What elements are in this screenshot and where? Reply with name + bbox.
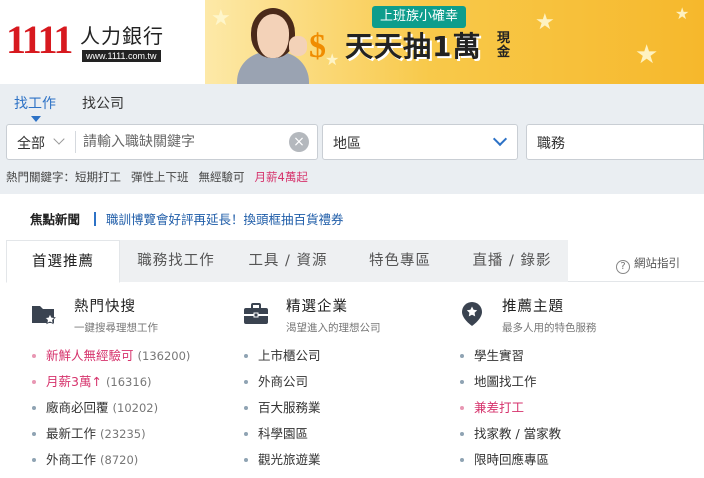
- column-title: 精選企業: [286, 299, 348, 315]
- tab-job-category[interactable]: 職務找工作: [120, 240, 232, 282]
- quick-search-list: 新鮮人無經驗可 (136200) 月薪3萬↑ (16316) 廠商必回覆 (10202…: [30, 348, 190, 478]
- hot-keyword-link[interactable]: 無經驗可: [199, 170, 245, 184]
- folder-star-icon: [32, 306, 56, 325]
- divider: [75, 131, 76, 153]
- keyword-input[interactable]: [83, 131, 283, 153]
- list-item[interactable]: 上市櫃公司: [242, 348, 321, 374]
- keyword-search-field: 全部 ×: [6, 124, 318, 160]
- tab-find-company[interactable]: 找公司: [82, 94, 124, 114]
- hot-keywords: 熱門關鍵字：短期打工 彈性上下班 無經驗可 月薪4萬起: [6, 170, 318, 184]
- column-subtitle: 一鍵搜尋理想工作: [74, 322, 158, 334]
- star-decoration-icon: ★: [675, 4, 690, 23]
- list-item[interactable]: 觀光旅遊業: [242, 452, 321, 478]
- logo-name: 人力銀行: [80, 24, 164, 48]
- question-icon: ?: [616, 260, 630, 274]
- list-item[interactable]: 外商工作 (8720): [30, 452, 190, 478]
- hot-keyword-link[interactable]: 彈性上下班: [131, 170, 189, 184]
- column-title: 推薦主題: [502, 299, 564, 315]
- hot-keyword-link[interactable]: 短期打工: [75, 170, 121, 184]
- search-type-select[interactable]: 全部: [17, 133, 45, 153]
- logo-number: 1111: [6, 17, 73, 62]
- promo-banner[interactable]: ★ ★ ★ ★ ★ $ 上班族小確幸 天天抽1萬 現金: [205, 0, 704, 84]
- column-subtitle: 最多人用的特色服務: [502, 322, 597, 334]
- list-item[interactable]: 學生實習: [458, 348, 561, 374]
- star-decoration-icon: ★: [325, 50, 340, 69]
- category-tabs: 首選推薦 職務找工作 工具 / 資源 特色專區 直播 / 錄影: [6, 240, 704, 283]
- banner-subtitle: 現金: [497, 31, 511, 60]
- tab-tools-resources[interactable]: 工具 / 資源: [232, 240, 344, 282]
- banner-person-illustration: [233, 4, 313, 84]
- featured-companies-list: 上市櫃公司 外商公司 百大服務業 科學園區 觀光旅遊業: [242, 348, 321, 478]
- hot-keywords-label: 熱門關鍵字：: [6, 170, 75, 184]
- site-logo[interactable]: 1111 人力銀行 www.1111.com.tw: [6, 18, 166, 68]
- map-pin-star-icon: [462, 302, 482, 326]
- list-item[interactable]: 兼差打工: [458, 400, 561, 426]
- briefcase-icon: [244, 303, 268, 324]
- header: 1111 人力銀行 www.1111.com.tw ★ ★ ★ ★ ★ $ 上班…: [0, 0, 704, 84]
- chevron-down-icon[interactable]: [53, 133, 65, 145]
- star-decoration-icon: ★: [211, 6, 231, 31]
- job-select-label: 職務: [537, 136, 565, 152]
- list-item[interactable]: 廠商必回覆 (10202): [30, 400, 190, 426]
- list-item[interactable]: 限時回應專區: [458, 452, 561, 478]
- focus-news: 焦點新聞 職訓博覽會好評再延長！換頭框抽百貨禮券: [30, 212, 344, 228]
- active-tab-caret-icon: [31, 116, 41, 122]
- area-select[interactable]: 地區: [322, 124, 518, 160]
- list-item[interactable]: 月薪3萬↑ (16316): [30, 374, 190, 400]
- site-guide-link[interactable]: ? 網站指引: [616, 256, 680, 274]
- logo-url: www.1111.com.tw: [82, 50, 161, 62]
- tab-recommended[interactable]: 首選推薦: [6, 240, 120, 283]
- divider: [94, 212, 97, 226]
- area-select-label: 地區: [333, 136, 361, 152]
- list-item[interactable]: 科學園區: [242, 426, 321, 452]
- focus-news-link[interactable]: 職訓博覽會好評再延長！換頭框抽百貨禮券: [106, 212, 344, 227]
- list-item[interactable]: 地圖找工作: [458, 374, 561, 400]
- search-panel: 找工作 找公司 全部 × 地區 職務 熱門關鍵字：短期打工彈性上下班無經驗可月薪…: [0, 84, 704, 194]
- banner-tag: 上班族小確幸: [372, 6, 467, 28]
- column-subtitle: 渴望進入的理想公司: [286, 322, 381, 334]
- tab-live-recordings[interactable]: 直播 / 錄影: [456, 240, 568, 282]
- list-item[interactable]: 外商公司: [242, 374, 321, 400]
- list-item[interactable]: 找家教 / 當家教: [458, 426, 561, 452]
- tab-featured-zones[interactable]: 特色專區: [344, 240, 456, 282]
- column-title: 熱門快搜: [74, 299, 136, 315]
- star-decoration-icon: ★: [535, 10, 555, 35]
- focus-news-title: 焦點新聞: [30, 212, 81, 227]
- site-guide-label: 網站指引: [634, 256, 680, 270]
- dollar-icon: $: [309, 28, 326, 65]
- recommended-topics-list: 學生實習 地圖找工作 兼差打工 找家教 / 當家教 限時回應專區: [458, 348, 561, 478]
- list-item[interactable]: 最新工作 (23235): [30, 426, 190, 452]
- list-item[interactable]: 新鮮人無經驗可 (136200): [30, 348, 190, 374]
- hot-keyword-link[interactable]: 月薪4萬起: [255, 170, 308, 184]
- star-decoration-icon: ★: [635, 40, 659, 70]
- list-item[interactable]: 百大服務業: [242, 400, 321, 426]
- job-category-select[interactable]: 職務: [526, 124, 704, 160]
- tab-find-job[interactable]: 找工作: [14, 94, 56, 114]
- clear-icon[interactable]: ×: [289, 132, 309, 152]
- banner-title: 天天抽1萬: [345, 30, 482, 63]
- chevron-down-icon: [492, 131, 508, 147]
